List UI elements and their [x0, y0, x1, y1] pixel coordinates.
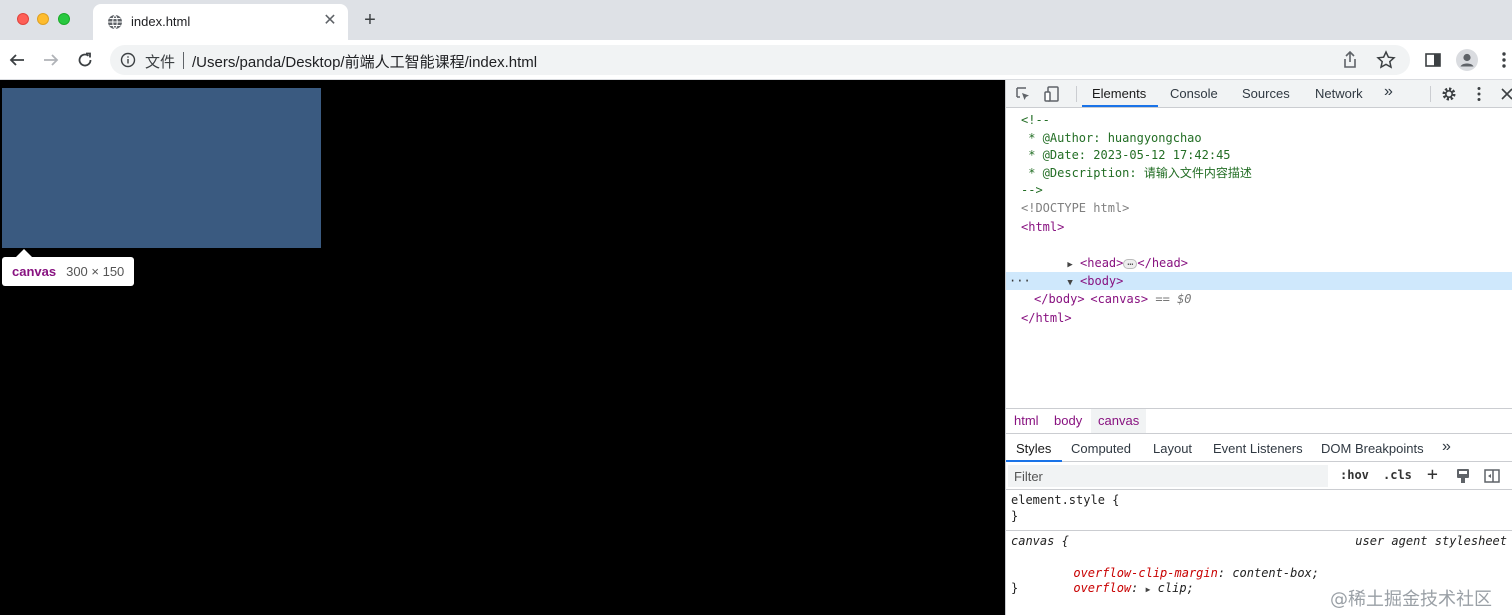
tab-elements[interactable]: Elements	[1092, 86, 1146, 101]
canvas-rule-close-brace: }	[1011, 581, 1019, 595]
tab-dom-breakpoints[interactable]: DOM Breakpoints	[1321, 441, 1424, 456]
info-icon[interactable]	[120, 52, 136, 68]
browser-toolbar: 文件 /Users/panda/Desktop/前端人工智能课程/index.h…	[0, 40, 1512, 80]
browser-menu-button[interactable]	[1492, 48, 1512, 72]
property-value: clip;	[1157, 581, 1194, 595]
toolbar-divider	[1430, 86, 1431, 102]
element-style-selector[interactable]: element.style {	[1011, 492, 1119, 508]
reload-button[interactable]	[73, 48, 97, 72]
forward-button[interactable]	[39, 48, 63, 72]
tab-console[interactable]: Console	[1170, 86, 1218, 101]
globe-icon	[108, 14, 122, 30]
class-toggle-button[interactable]: .cls	[1383, 468, 1412, 482]
collapsed-content-icon[interactable]: …	[1123, 257, 1138, 269]
close-tab-icon[interactable]: ✕	[322, 13, 338, 29]
rendering-emulation-icon[interactable]	[1454, 467, 1472, 485]
rule-divider	[1006, 530, 1512, 531]
page-viewport: canvas 300 × 150	[0, 80, 1005, 615]
dom-canvas-tag: <canvas>	[1090, 292, 1149, 306]
back-button[interactable]	[5, 48, 29, 72]
active-tab-indicator	[1082, 105, 1158, 107]
breadcrumb-canvas[interactable]: canvas	[1091, 409, 1147, 433]
devtools-menu-icon[interactable]	[1470, 85, 1488, 103]
watermark: @稀土掘金技术社区	[1330, 589, 1492, 610]
breadcrumb-body[interactable]: body	[1047, 409, 1089, 433]
more-tabs-button[interactable]: »	[1384, 83, 1393, 101]
new-tab-button[interactable]: +	[360, 10, 380, 30]
close-devtools-icon[interactable]	[1498, 85, 1512, 103]
property-name: overflow	[1073, 581, 1132, 595]
toolbar-divider	[1076, 86, 1077, 102]
tab-styles[interactable]: Styles	[1016, 441, 1051, 456]
tooltip-dimensions: 300 × 150	[66, 264, 125, 279]
canvas-rule-selector[interactable]: canvas {	[1011, 533, 1069, 549]
inspect-element-icon[interactable]	[1014, 85, 1032, 103]
dom-head-close: </head>	[1137, 256, 1188, 270]
settings-gear-icon[interactable]	[1440, 85, 1458, 103]
dom-tree: ··· <!-- * @Author: huangyongchao * @Dat…	[1006, 110, 1512, 408]
styles-more-tabs-button[interactable]: »	[1442, 438, 1451, 456]
dom-head-node[interactable]: ▶ <head>… </head>	[1024, 236, 1188, 270]
toggle-sidebar-icon[interactable]	[1483, 467, 1501, 485]
tab-network[interactable]: Network	[1315, 86, 1363, 101]
dom-comment-close[interactable]: -->	[1021, 181, 1043, 199]
tab-computed[interactable]: Computed	[1071, 441, 1131, 456]
dom-canvas-node[interactable]: <canvas> == $0	[1047, 272, 1191, 306]
dom-html-open[interactable]: <html>	[1021, 218, 1064, 236]
address-bar[interactable]: 文件 /Users/panda/Desktop/前端人工智能课程/index.h…	[110, 45, 1410, 75]
styles-filter-bar: :hov .cls +	[1006, 462, 1512, 490]
styles-tab-bar: Styles Computed Layout Event Listeners D…	[1006, 434, 1512, 462]
inspect-tooltip: canvas 300 × 150	[2, 249, 135, 286]
arrow-left-icon	[9, 54, 24, 66]
selected-node-marker: == $0	[1155, 292, 1192, 306]
dom-comment-date[interactable]: * @Date: 2023-05-12 17:42:45	[1021, 146, 1230, 164]
user-agent-stylesheet-label: user agent stylesheet	[1355, 534, 1507, 548]
hover-state-button[interactable]: :hov	[1340, 468, 1369, 482]
new-style-rule-button[interactable]: +	[1427, 464, 1438, 485]
bookmark-star-icon[interactable]	[1376, 50, 1396, 70]
side-panel-icon	[1425, 53, 1441, 67]
dom-body-node[interactable]: ▼ <body>	[1024, 254, 1123, 288]
avatar-icon	[1456, 49, 1478, 71]
dom-comment-author[interactable]: * @Author: huangyongchao	[1021, 129, 1201, 147]
close-window-button[interactable]	[17, 13, 29, 25]
dom-body-close[interactable]: </body>	[1034, 290, 1085, 308]
style-declaration[interactable]: overflow: ▶ clip;	[1030, 564, 1193, 595]
url-text[interactable]: /Users/panda/Desktop/前端人工智能课程/index.html	[192, 51, 537, 72]
breadcrumb-html[interactable]: html	[1007, 409, 1046, 433]
security-label: 文件	[145, 54, 176, 71]
highlighted-canvas[interactable]	[2, 88, 321, 248]
arrow-right-icon	[44, 54, 59, 66]
reload-icon	[78, 52, 92, 67]
maximize-window-button[interactable]	[58, 13, 70, 25]
device-toolbar-icon[interactable]	[1043, 85, 1061, 103]
minimize-window-button[interactable]	[37, 13, 49, 25]
share-icon[interactable]	[1340, 50, 1360, 70]
address-divider	[183, 52, 184, 69]
styles-filter-input[interactable]	[1008, 465, 1328, 487]
tab-layout[interactable]: Layout	[1153, 441, 1192, 456]
devtools-panel: Elements Console Sources Network » ··· <…	[1005, 80, 1512, 615]
tooltip-tag-name: canvas	[12, 264, 57, 279]
element-style-close-brace: }	[1011, 509, 1019, 523]
tab-title: index.html	[131, 14, 191, 29]
expand-triangle-icon[interactable]: ▶	[1146, 585, 1151, 594]
browser-tab[interactable]: index.html ✕	[93, 4, 348, 40]
dom-html-close[interactable]: </html>	[1021, 309, 1072, 327]
tab-strip: index.html ✕ +	[0, 0, 1512, 40]
property-value: content-box;	[1232, 566, 1320, 580]
side-panel-button[interactable]	[1421, 48, 1445, 72]
dom-doctype[interactable]: <!DOCTYPE html>	[1021, 199, 1129, 217]
profile-button[interactable]	[1455, 48, 1479, 72]
dom-comment-description[interactable]: * @Description: 请输入文件内容描述	[1021, 164, 1252, 182]
devtools-tab-bar: Elements Console Sources Network »	[1006, 80, 1512, 108]
tab-sources[interactable]: Sources	[1242, 86, 1290, 101]
style-declaration[interactable]: overflow-clip-margin: content-box;	[1030, 549, 1319, 580]
tab-event-listeners[interactable]: Event Listeners	[1213, 441, 1303, 456]
dom-comment-open[interactable]: <!--	[1021, 111, 1050, 129]
dom-breadcrumbs: html body canvas	[1006, 408, 1512, 434]
kebab-menu-icon	[1502, 52, 1506, 68]
